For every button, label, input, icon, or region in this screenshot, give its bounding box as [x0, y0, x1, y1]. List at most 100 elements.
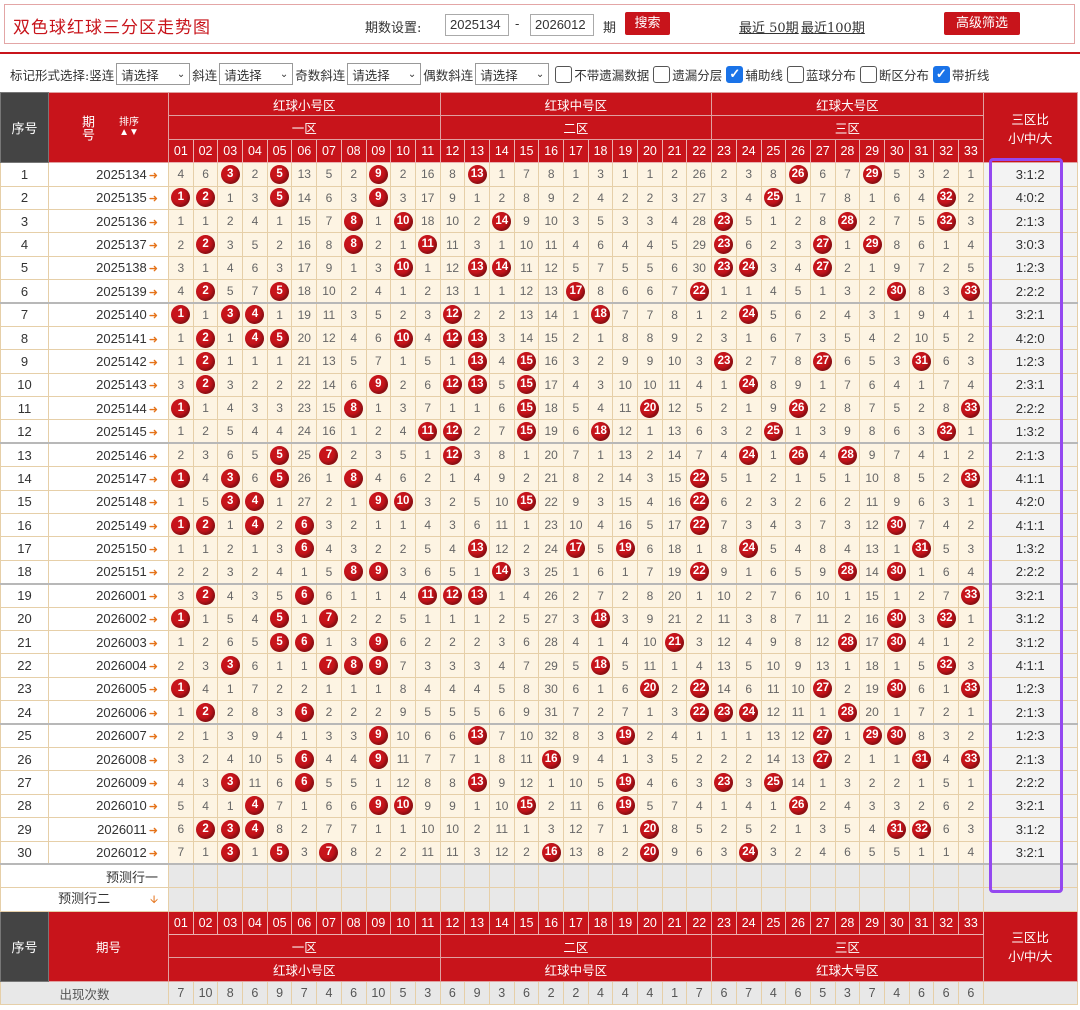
- from-period-input[interactable]: 2025134: [445, 14, 509, 36]
- odd-slant-select[interactable]: 请选择 ⌄: [347, 63, 422, 85]
- row-period[interactable]: 2026001 ➜: [48, 583, 169, 608]
- prediction-cell[interactable]: [809, 887, 836, 912]
- prediction-cell[interactable]: [908, 863, 935, 889]
- omission-layer-checkbox[interactable]: [653, 65, 671, 83]
- prediction-cell[interactable]: [587, 863, 614, 889]
- prediction-cell[interactable]: [760, 863, 787, 889]
- prediction-cell[interactable]: [168, 863, 194, 889]
- row-period[interactable]: 2025140 ➜: [48, 302, 169, 327]
- prediction-cell[interactable]: [637, 887, 663, 912]
- row-period[interactable]: 2026003 ➜: [48, 629, 169, 655]
- row-period[interactable]: 2025138 ➜: [48, 255, 169, 281]
- recent-100-link[interactable]: 最近100期: [801, 17, 865, 36]
- prediction-cell[interactable]: [859, 887, 885, 912]
- prediction-cell[interactable]: [316, 863, 342, 889]
- prediction-cell[interactable]: [291, 863, 318, 889]
- prediction-cell[interactable]: [242, 887, 268, 912]
- slant-select[interactable]: 请选择 ⌄: [219, 63, 294, 85]
- prediction-cell[interactable]: [711, 863, 737, 889]
- row-period[interactable]: 2025146 ➜: [48, 442, 169, 468]
- row-period[interactable]: 2026012 ➜: [48, 840, 169, 866]
- prediction-cell[interactable]: [266, 887, 293, 912]
- row-period[interactable]: 2026004 ➜: [48, 653, 169, 678]
- prediction-cell[interactable]: [958, 887, 984, 912]
- prediction-cell[interactable]: [192, 863, 219, 889]
- prediction-cell[interactable]: [513, 863, 540, 889]
- prediction-cell[interactable]: [266, 863, 293, 889]
- prediction-cell[interactable]: [711, 887, 737, 912]
- prediction-cell[interactable]: [414, 887, 441, 912]
- recent-50-link[interactable]: 最近 50期: [739, 17, 799, 36]
- prediction-cell[interactable]: [513, 887, 540, 912]
- prediction-cell[interactable]: [242, 863, 268, 889]
- prediction-cell[interactable]: [439, 887, 466, 912]
- row-period[interactable]: 2025150 ➜: [48, 536, 169, 561]
- row-period[interactable]: 2025151 ➜: [48, 559, 169, 585]
- prediction-cell[interactable]: [661, 863, 688, 889]
- blue-ball-checkbox[interactable]: [786, 65, 804, 83]
- prediction-cell[interactable]: [217, 863, 244, 889]
- prediction-cell[interactable]: [958, 863, 984, 889]
- search-button[interactable]: 搜索: [625, 12, 670, 35]
- row-period[interactable]: 2025149 ➜: [48, 513, 169, 538]
- row-period[interactable]: 2026009 ➜: [48, 770, 169, 795]
- prediction-cell[interactable]: [735, 863, 762, 889]
- row-period[interactable]: 2025137 ➜: [48, 232, 169, 257]
- to-period-input[interactable]: 2026012: [530, 14, 594, 36]
- row-period[interactable]: 2025144 ➜: [48, 396, 169, 421]
- row-period[interactable]: 2025139 ➜: [48, 279, 169, 305]
- prediction-cell[interactable]: [760, 887, 787, 912]
- prediction-cell[interactable]: [785, 863, 811, 889]
- row-period[interactable]: 2025142 ➜: [48, 349, 169, 374]
- row-period[interactable]: 2025148 ➜: [48, 489, 169, 515]
- prediction-cell[interactable]: [414, 863, 441, 889]
- prediction-cell[interactable]: [390, 887, 416, 912]
- no-omission-checkbox[interactable]: [555, 65, 573, 83]
- prediction-cell[interactable]: [883, 863, 910, 889]
- prediction-cell[interactable]: [316, 887, 342, 912]
- prediction-cell[interactable]: [538, 863, 564, 889]
- prediction-cell[interactable]: [933, 887, 959, 912]
- even-slant-select[interactable]: 请选择 ⌄: [475, 63, 550, 85]
- prediction-cell[interactable]: [464, 887, 490, 912]
- prediction-cell[interactable]: [192, 887, 219, 912]
- row-period[interactable]: 2026005 ➜: [48, 676, 169, 702]
- row-period[interactable]: 2026011 ➜: [48, 817, 169, 842]
- prediction-cell[interactable]: [612, 887, 639, 912]
- prediction-cell[interactable]: [291, 887, 318, 912]
- prediction-cell[interactable]: [859, 863, 885, 889]
- prediction-cell[interactable]: [686, 863, 713, 889]
- advanced-filter-button[interactable]: 高级筛选: [944, 12, 1020, 35]
- prediction-cell[interactable]: [661, 887, 688, 912]
- prediction-cell[interactable]: [488, 863, 515, 889]
- prediction-cell[interactable]: [365, 863, 392, 889]
- prediction-cell[interactable]: [883, 887, 910, 912]
- row-period[interactable]: 2025135 ➜: [48, 185, 169, 210]
- auxiliary-line-checkbox[interactable]: ✓: [726, 65, 744, 83]
- prediction-cell[interactable]: [735, 887, 762, 912]
- prediction-cell[interactable]: [168, 887, 194, 912]
- prediction-cell[interactable]: [365, 887, 392, 912]
- row-period[interactable]: 2025134 ➜: [48, 162, 169, 187]
- row-period[interactable]: 2026006 ➜: [48, 700, 169, 726]
- prediction-cell[interactable]: [637, 863, 663, 889]
- prediction-cell[interactable]: [217, 887, 244, 912]
- prediction-cell[interactable]: [563, 863, 589, 889]
- broken-zone-checkbox[interactable]: [859, 65, 877, 83]
- row-period[interactable]: 2025147 ➜: [48, 466, 169, 491]
- prediction-cell[interactable]: [587, 887, 614, 912]
- prediction-cell[interactable]: [464, 863, 490, 889]
- row-period[interactable]: 2025145 ➜: [48, 419, 169, 445]
- row-period[interactable]: 2025141 ➜: [48, 325, 169, 351]
- row-period[interactable]: 2026008 ➜: [48, 746, 169, 772]
- row-period[interactable]: 2025143 ➜: [48, 372, 169, 398]
- prediction-cell[interactable]: [809, 863, 836, 889]
- prediction-cell[interactable]: [538, 887, 564, 912]
- prediction-cell[interactable]: [563, 887, 589, 912]
- prediction-cell[interactable]: [439, 863, 466, 889]
- sort-control[interactable]: 排序 ▲▼: [119, 117, 139, 138]
- prediction-cell[interactable]: [340, 863, 367, 889]
- row-period[interactable]: 2026010 ➜: [48, 793, 169, 819]
- prediction-cell[interactable]: [612, 863, 639, 889]
- prediction-cell[interactable]: [834, 863, 861, 889]
